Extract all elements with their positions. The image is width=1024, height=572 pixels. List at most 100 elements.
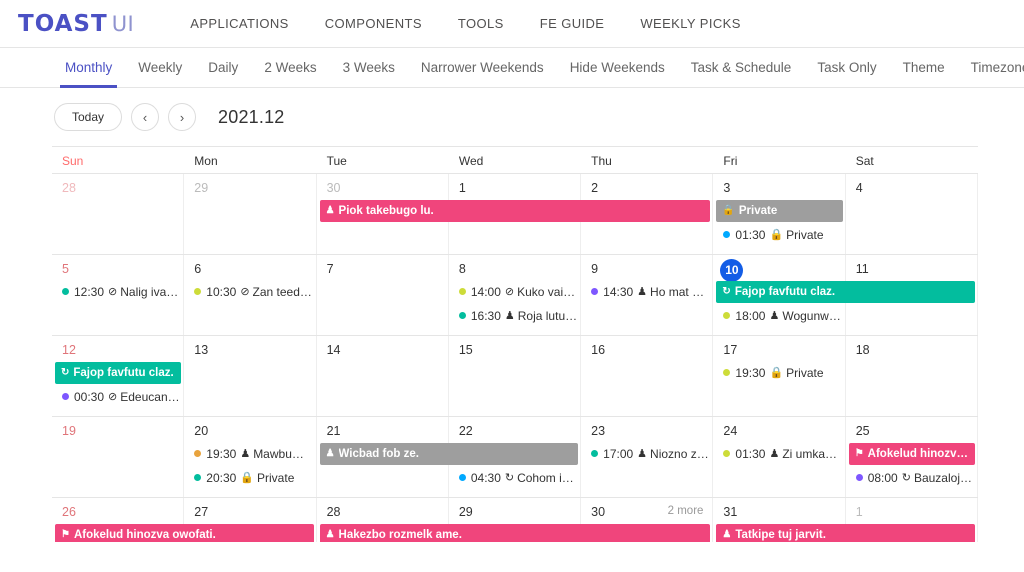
events-layer: ⚑Afokelud hinozva owofati. ♟Hakezbo rozme… (52, 524, 978, 542)
day-cell[interactable]: 7 (317, 255, 449, 335)
calendar-event-time[interactable]: 01:30♟Zi umkaziz ... (715, 443, 841, 464)
repeat-icon: ↻ (505, 471, 514, 484)
day-cell[interactable]: 13 (184, 336, 316, 416)
tab-3-weeks[interactable]: 3 Weeks (330, 48, 408, 87)
week-row: 567891011↻Fajop favfutu claz.12:30⊘Nalig… (52, 255, 978, 336)
day-cell[interactable]: 4 (846, 174, 978, 254)
event-time-label: 12:30 (74, 285, 104, 299)
nav-link-tools[interactable]: TOOLS (458, 16, 504, 31)
date-number: 30 (581, 498, 605, 519)
nav-link-components[interactable]: COMPONENTS (325, 16, 422, 31)
event-time-label: 16:30 (471, 309, 501, 323)
pin-icon: ⚑ (855, 449, 864, 459)
event-time-label: 17:00 (603, 447, 633, 461)
date-number: 31 (713, 498, 737, 519)
dayname-sun: Sun (52, 147, 184, 173)
day-cell[interactable]: 15 (449, 336, 581, 416)
lock-icon: 🔒 (240, 471, 254, 484)
nav-link-fe-guide[interactable]: FE GUIDE (540, 16, 605, 31)
user-icon: ♟ (637, 447, 647, 460)
event-title: Piok takebugo lu. (339, 205, 434, 217)
date-number: 14 (317, 336, 341, 357)
calendar-event-time[interactable]: 14:00⊘Kuko vaitfir... (451, 281, 577, 302)
day-cell[interactable]: 18 (846, 336, 978, 416)
calendar-event-time[interactable]: 20:30🔒Private (186, 467, 312, 488)
date-number: 26 (52, 498, 76, 519)
tab-timezone[interactable]: Timezone (958, 48, 1024, 87)
event-title: Tatkipe tuj jarvit. (735, 529, 826, 541)
event-title: Fajop favfutu claz. (73, 367, 173, 379)
calendar-event-time[interactable]: 19:30♟Mawbumd... (186, 443, 312, 464)
calendar-event-bar[interactable]: ♟Piok takebugo lu. (320, 200, 711, 222)
dayname-mon: Mon (184, 147, 316, 173)
tab-2-weeks[interactable]: 2 Weeks (251, 48, 329, 87)
calendar-event-time[interactable]: 12:30⊘Nalig iva du... (54, 281, 180, 302)
event-color-dot (459, 288, 466, 295)
date-number: 20 (184, 417, 208, 438)
calendar-event-time[interactable]: 16:30♟Roja lutuw... (451, 305, 577, 326)
event-color-dot (591, 450, 598, 457)
calendar-event-bar[interactable]: ↻Fajop favfutu claz. (55, 362, 181, 384)
calendar-event-bar[interactable]: ♟Tatkipe tuj jarvit. (716, 524, 975, 542)
day-cell[interactable]: 14 (317, 336, 449, 416)
calendar-event-time[interactable]: 08:00↻Bauzaloj or... (848, 467, 974, 488)
event-time-label: 20:30 (206, 471, 236, 485)
day-cell[interactable]: 16 (581, 336, 713, 416)
calendar-event-bar[interactable]: ↻Fajop favfutu claz. (716, 281, 975, 303)
event-color-dot (194, 450, 201, 457)
calendar-event-bar[interactable]: ⚑Afokelud hinozva owofati. (55, 524, 314, 542)
day-cell[interactable]: 29 (184, 174, 316, 254)
week-row: 2829301234♟Piok takebugo lu.🔒Private01:3… (52, 174, 978, 255)
event-color-dot (723, 369, 730, 376)
date-number: 16 (581, 336, 605, 357)
more-events-link[interactable]: 2 more (668, 505, 704, 517)
site-header: TOASTUI APPLICATIONS COMPONENTS TOOLS FE GU… (0, 0, 1024, 48)
calendar-event-bar[interactable]: ♟Wicbad fob ze. (320, 443, 579, 465)
tab-task-only[interactable]: Task Only (804, 48, 889, 87)
event-title: Edeucani c... (120, 390, 180, 404)
calendar-event-time[interactable]: 19:30🔒Private (715, 362, 841, 383)
date-number: 18 (846, 336, 870, 357)
calendar-event-time[interactable]: 14:30♟Ho mat nus... (583, 281, 709, 302)
event-title: Niozno zinl... (650, 447, 709, 461)
event-title: Mawbumd... (253, 447, 312, 461)
event-time-label: 19:30 (735, 366, 765, 380)
event-title: Afokelud hinozva ow... (868, 448, 969, 460)
calendar-event-time[interactable]: 17:00 ♟Niozno zinl... (583, 443, 709, 464)
lock-icon: 🔒 (769, 366, 783, 379)
date-number: 5 (52, 255, 69, 276)
tab-daily[interactable]: Daily (195, 48, 251, 87)
tab-hide-weekends[interactable]: Hide Weekends (557, 48, 678, 87)
date-number: 13 (184, 336, 208, 357)
calendar-event-bar[interactable]: ♟Hakezbo rozmelk ame. (320, 524, 711, 542)
next-month-button[interactable]: › (168, 103, 196, 131)
calendar-event-time[interactable]: 04:30↻Cohom ide... (451, 467, 577, 488)
tab-weekly[interactable]: Weekly (125, 48, 195, 87)
calendar-event-time[interactable]: 01:30🔒Private (715, 224, 841, 245)
tab-monthly[interactable]: Monthly (52, 48, 125, 87)
day-cell[interactable]: 19 (52, 417, 184, 497)
calendar-event-time[interactable]: 00:30⊘Edeucani c... (54, 386, 180, 407)
tab-theme[interactable]: Theme (890, 48, 958, 87)
date-number: 4 (846, 174, 863, 195)
date-number: 29 (449, 498, 473, 519)
calendar-event-time[interactable]: 18:00♟Wogunwon... (715, 305, 841, 326)
today-button[interactable]: Today (54, 103, 122, 131)
tab-narrower-weekends[interactable]: Narrower Weekends (408, 48, 557, 87)
nav-link-weekly-picks[interactable]: WEEKLY PICKS (640, 16, 740, 31)
event-title: Private (786, 228, 823, 242)
event-title: Hakezbo rozmelk ame. (339, 529, 462, 541)
calendar-toolbar: Today ‹ › 2021.12 (0, 88, 1024, 146)
toast-ui-logo[interactable]: TOASTUI (18, 11, 134, 37)
calendar-event-time[interactable]: 10:30⊘Zan teeduw... (186, 281, 312, 302)
date-number-today: 10 (720, 259, 743, 282)
nav-link-applications[interactable]: APPLICATIONS (190, 16, 288, 31)
example-tabs: MonthlyWeeklyDaily2 Weeks3 WeeksNarrower… (0, 48, 1024, 88)
event-time-label: 14:00 (471, 285, 501, 299)
prev-month-button[interactable]: ‹ (131, 103, 159, 131)
calendar-event-bar[interactable]: 🔒Private (716, 200, 842, 222)
tab-task-schedule[interactable]: Task & Schedule (678, 48, 805, 87)
calendar-event-bar[interactable]: ⚑ Afokelud hinozva ow... (849, 443, 975, 465)
block-icon: ⊘ (108, 390, 117, 403)
day-cell[interactable]: 28 (52, 174, 184, 254)
